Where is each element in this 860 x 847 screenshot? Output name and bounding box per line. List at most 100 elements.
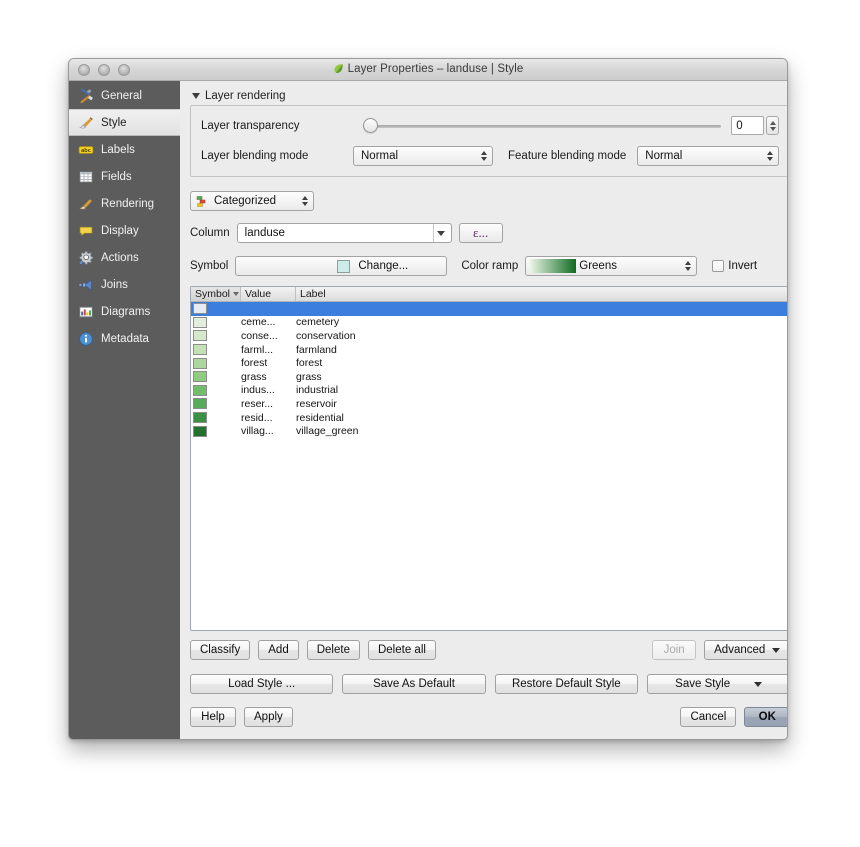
column-combo[interactable]: landuse	[236, 223, 452, 243]
category-symbol-cell[interactable]	[191, 329, 241, 343]
sidebar-item-rendering[interactable]: Rendering	[69, 190, 180, 217]
table-row[interactable]: grass grass	[191, 370, 787, 384]
ok-button[interactable]: OK	[744, 707, 787, 727]
checkbox-box-icon[interactable]	[712, 260, 725, 272]
layer-blending-mode-combo[interactable]: Normal	[353, 145, 493, 166]
sidebar-item-fields[interactable]: Fields	[69, 163, 180, 190]
sort-descending-icon[interactable]	[233, 292, 240, 296]
expression-builder-button[interactable]: ε...	[458, 223, 503, 243]
advanced-button[interactable]: Advanced	[704, 640, 787, 660]
category-label-cell[interactable]	[296, 302, 787, 316]
transparency-value[interactable]: 0	[731, 116, 765, 135]
layer-rendering-group-header[interactable]: Layer rendering	[192, 90, 787, 102]
category-label-cell[interactable]: farmland	[296, 343, 787, 357]
category-value-cell[interactable]: forest	[241, 356, 296, 370]
chevron-down-icon[interactable]	[432, 224, 449, 242]
table-row[interactable]	[191, 302, 787, 316]
classify-button[interactable]: Classify	[190, 640, 251, 660]
category-symbol-cell[interactable]	[191, 384, 241, 398]
category-color-swatch[interactable]	[193, 303, 207, 315]
table-row[interactable]: forest forest	[191, 356, 787, 370]
table-row[interactable]: reser... reservoir	[191, 397, 787, 411]
category-symbol-cell[interactable]	[191, 343, 241, 357]
sidebar-item-style[interactable]: Style	[69, 109, 180, 136]
category-label-cell[interactable]: residential	[296, 411, 787, 425]
spinner-buttons[interactable]	[766, 116, 780, 135]
minimize-button[interactable]	[98, 63, 110, 76]
feature-blending-mode-combo[interactable]: Normal	[637, 145, 780, 166]
slider-knob[interactable]	[363, 117, 378, 133]
column-header-label[interactable]: Label	[296, 287, 787, 301]
category-value-cell[interactable]: resid...	[241, 411, 296, 425]
category-value-cell[interactable]: indus...	[241, 384, 296, 398]
category-symbol-cell[interactable]	[191, 370, 241, 384]
table-row[interactable]: villag... village_green	[191, 424, 787, 438]
help-button[interactable]: Help	[190, 707, 236, 727]
delete-all-button[interactable]: Delete all	[367, 640, 436, 660]
sidebar-item-general[interactable]: General	[69, 82, 180, 109]
category-value-cell[interactable]: villag...	[241, 424, 296, 438]
sidebar-item-metadata[interactable]: Metadata	[69, 325, 180, 352]
category-color-swatch[interactable]	[193, 398, 207, 410]
category-label-cell[interactable]: grass	[296, 370, 787, 384]
symbol-change-button[interactable]: Change...	[235, 256, 448, 276]
category-color-swatch[interactable]	[193, 357, 207, 369]
category-color-swatch[interactable]	[193, 412, 207, 424]
category-value-cell[interactable]: farml...	[241, 343, 296, 357]
spinner-up-icon[interactable]	[769, 120, 776, 125]
category-symbol-cell[interactable]	[191, 411, 241, 425]
category-value-cell[interactable]	[241, 302, 296, 316]
sidebar-item-display[interactable]: Display	[69, 217, 180, 244]
category-label-cell[interactable]: reservoir	[296, 397, 787, 411]
category-label-cell[interactable]: forest	[296, 356, 787, 370]
category-symbol-cell[interactable]	[191, 316, 241, 330]
category-label-cell[interactable]: conservation	[296, 329, 787, 343]
table-row[interactable]: ceme... cemetery	[191, 316, 787, 330]
category-symbol-cell[interactable]	[191, 356, 241, 370]
category-color-swatch[interactable]	[193, 371, 207, 383]
category-value-cell[interactable]: conse...	[241, 329, 296, 343]
category-label-cell[interactable]: industrial	[296, 384, 787, 398]
category-label-cell[interactable]: village_green	[296, 424, 787, 438]
category-color-swatch[interactable]	[193, 425, 207, 437]
layer-transparency-spinbox[interactable]: 0	[731, 116, 780, 135]
category-value-cell[interactable]: ceme...	[241, 316, 296, 330]
invert-checkbox[interactable]: Invert	[712, 260, 757, 272]
category-color-swatch[interactable]	[193, 344, 207, 356]
sidebar-item-actions[interactable]: Actions	[69, 244, 180, 271]
category-symbol-cell[interactable]	[191, 424, 241, 438]
layer-transparency-slider[interactable]	[363, 117, 722, 135]
category-color-swatch[interactable]	[193, 330, 207, 342]
color-ramp-combo[interactable]: Greens	[525, 256, 698, 276]
sidebar-item-labels[interactable]: abc Labels	[69, 136, 180, 163]
load-style-button[interactable]: Load Style ...	[190, 674, 334, 694]
apply-button[interactable]: Apply	[244, 707, 293, 727]
restore-default-style-button[interactable]: Restore Default Style	[494, 674, 638, 694]
zoom-button[interactable]	[118, 63, 130, 76]
add-button[interactable]: Add	[258, 640, 299, 660]
sidebar-item-joins[interactable]: Joins	[69, 271, 180, 298]
category-color-swatch[interactable]	[193, 384, 207, 396]
category-value-cell[interactable]: reser...	[241, 397, 296, 411]
collapse-triangle-icon[interactable]	[192, 93, 200, 99]
category-color-swatch[interactable]	[193, 316, 207, 328]
sidebar-item-diagrams[interactable]: Diagrams	[69, 298, 180, 325]
column-header-symbol[interactable]: Symbol	[191, 287, 241, 301]
column-header-value[interactable]: Value	[241, 287, 296, 301]
table-row[interactable]: resid... residential	[191, 411, 787, 425]
table-row[interactable]: indus... industrial	[191, 384, 787, 398]
cancel-button[interactable]: Cancel	[680, 707, 737, 727]
categories-table[interactable]: Symbol Value Label ceme... cemetery conse.…	[190, 286, 787, 631]
close-button[interactable]	[78, 63, 90, 76]
spinner-down-icon[interactable]	[769, 126, 776, 131]
renderer-type-combo[interactable]: Categorized	[190, 191, 314, 211]
delete-button[interactable]: Delete	[306, 640, 360, 660]
table-row[interactable]: farml... farmland	[191, 343, 787, 357]
save-as-default-button[interactable]: Save As Default	[342, 674, 486, 694]
table-row[interactable]: conse... conservation	[191, 329, 787, 343]
category-symbol-cell[interactable]	[191, 302, 241, 316]
category-label-cell[interactable]: cemetery	[296, 316, 787, 330]
category-symbol-cell[interactable]	[191, 397, 241, 411]
save-style-button[interactable]: Save Style	[646, 674, 787, 694]
category-value-cell[interactable]: grass	[241, 370, 296, 384]
